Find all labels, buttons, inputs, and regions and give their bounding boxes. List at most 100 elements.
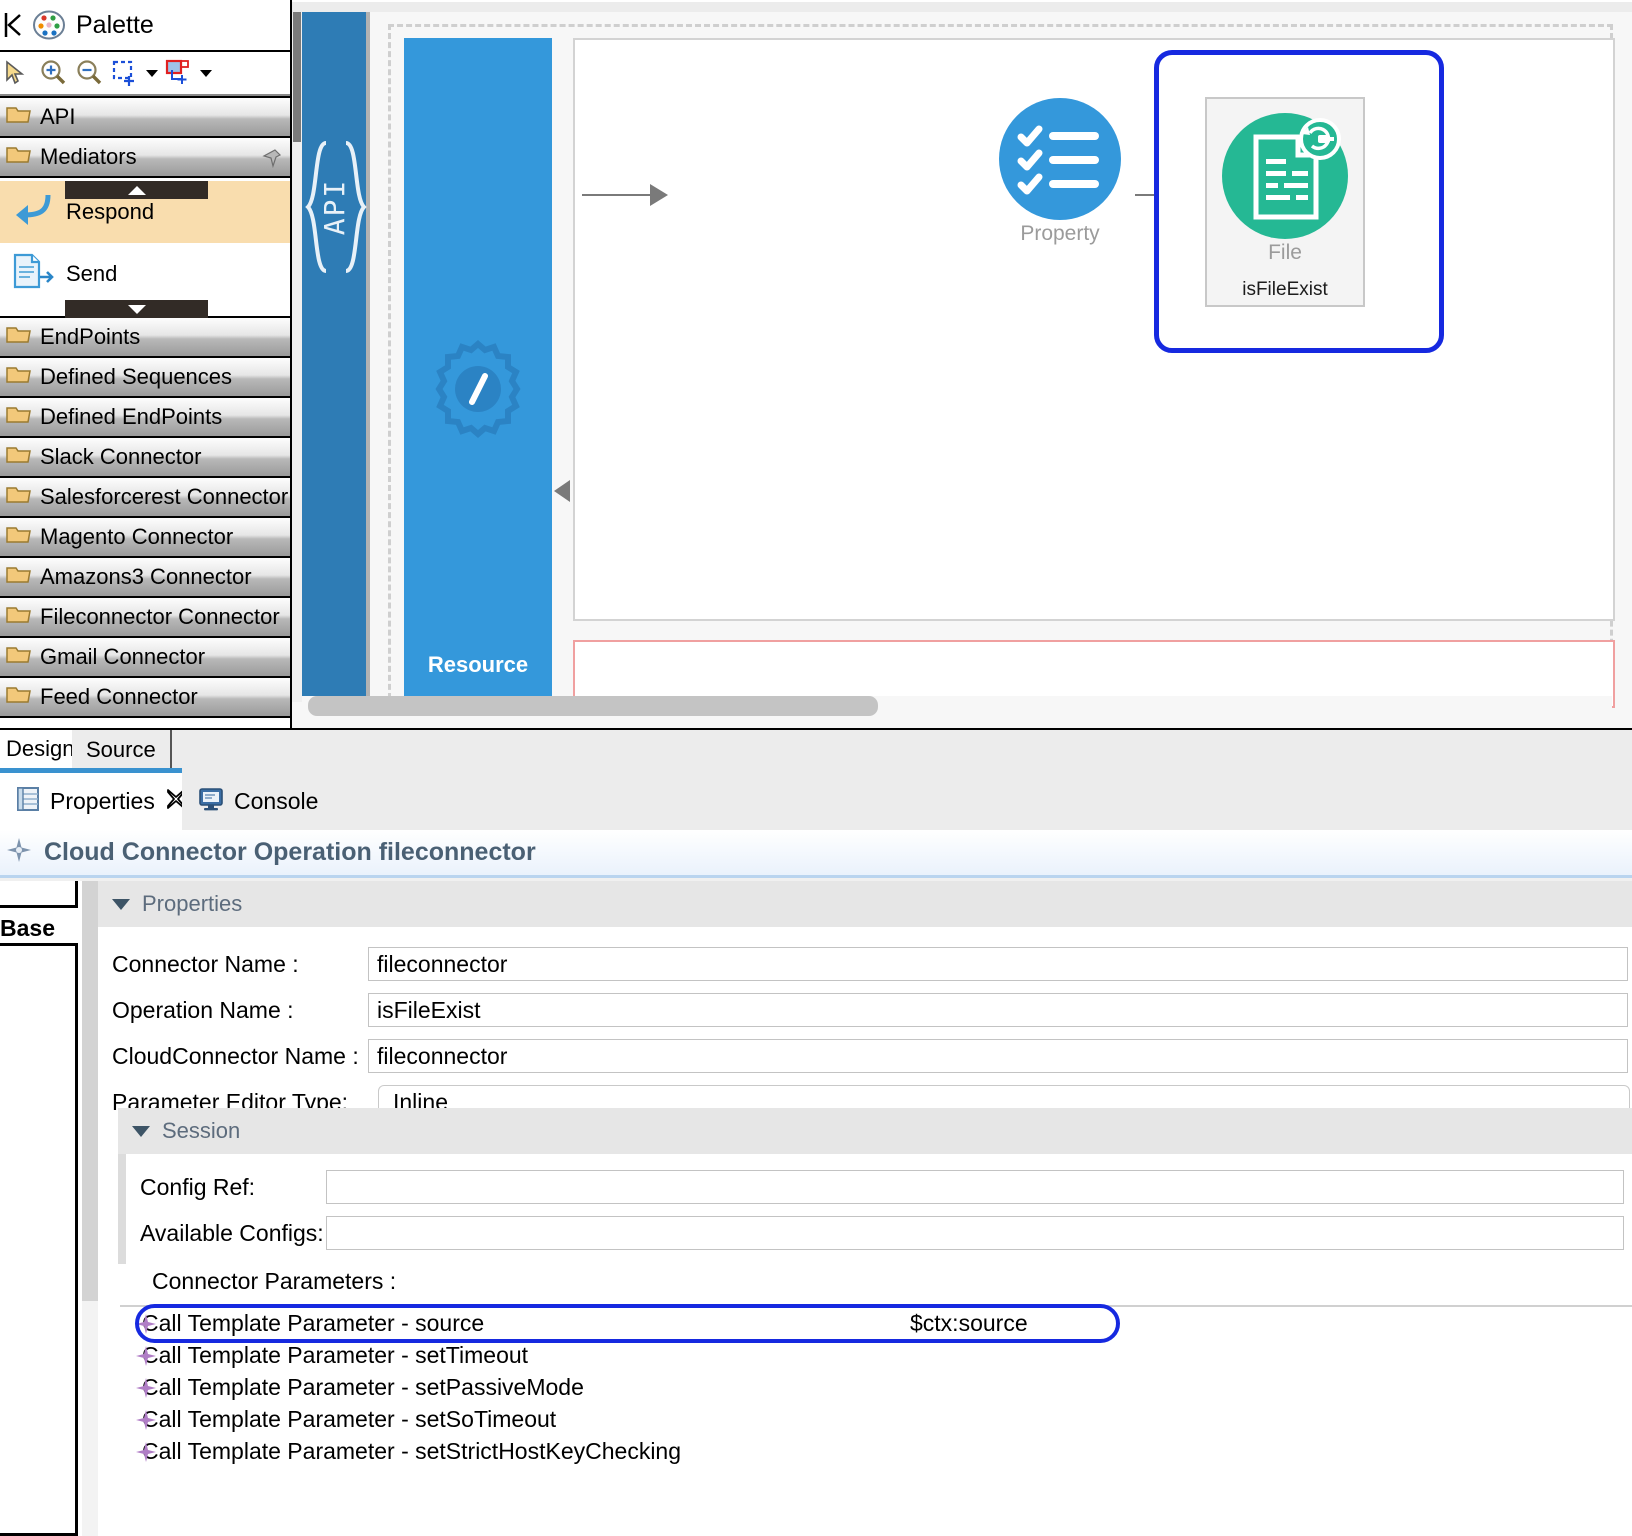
palette-drawer-feed-connector[interactable]: Feed Connector: [0, 676, 290, 718]
folder-icon: [6, 643, 32, 671]
palette-drawer-defined-endpoints[interactable]: Defined EndPoints: [0, 396, 290, 438]
tree-top-cell[interactable]: [0, 881, 78, 908]
api-band[interactable]: API: [302, 12, 370, 702]
palette-drawer-fileconnector-connector[interactable]: Fileconnector Connector: [0, 596, 290, 638]
connector-node-file[interactable]: File isFileExist: [1205, 97, 1365, 307]
mediator-node-property[interactable]: Property: [972, 98, 1148, 246]
tab-source-label: Source: [86, 737, 156, 762]
palette-scroll-down-button[interactable]: [65, 300, 208, 318]
tab-console-label: Console: [234, 788, 319, 814]
folder-icon: [6, 683, 32, 711]
folder-icon: [6, 363, 32, 391]
session-section: Session Config Ref: Available Configs:: [118, 1108, 1632, 1264]
canvas-vertical-scroll-thumb[interactable]: [293, 12, 301, 142]
folder-icon: [6, 443, 32, 471]
field-row-available-configs: Available Configs:: [126, 1210, 1632, 1256]
note-dropdown-caret[interactable]: [198, 56, 214, 90]
palette-drawer-label: Magento Connector: [40, 524, 234, 549]
canvas-vertical-scrollbar[interactable]: [292, 12, 302, 702]
palette-item-label: Send: [66, 261, 118, 286]
section-properties-label: Properties: [142, 891, 243, 916]
properties-title-bar: Cloud Connector Operation fileconnector: [0, 830, 1632, 878]
node-caption-file: File: [1268, 241, 1302, 264]
canvas-horizontal-scroll-thumb[interactable]: [308, 696, 878, 716]
parameter-diamond-icon: [136, 1441, 156, 1462]
tree-body[interactable]: [0, 943, 78, 1536]
field-row-operation-name: Operation Name : isFileExist: [98, 987, 1632, 1033]
palette-drawer-slack-connector[interactable]: Slack Connector: [0, 436, 290, 478]
editor-top-region: Palette API Mediators Respond Send EndPo…: [0, 0, 1632, 728]
palette-mediators-body: Respond Send: [0, 181, 290, 318]
tab-source[interactable]: Source: [72, 730, 172, 770]
chevron-down-icon[interactable]: [112, 898, 130, 910]
parameter-list[interactable]: Call Template Parameter - source $ctx:so…: [120, 1304, 1632, 1467]
editor-tabbar: Design Source: [0, 728, 1632, 770]
input-available-configs[interactable]: [326, 1216, 1624, 1250]
input-cloudconnector-name[interactable]: fileconnector: [368, 1039, 1628, 1073]
svg-text:API: API: [318, 179, 351, 236]
zoom-in-icon[interactable]: [36, 56, 70, 90]
selected-node-highlight[interactable]: File isFileExist: [1154, 50, 1444, 353]
properties-scroll-thumb[interactable]: [82, 881, 98, 1301]
folder-icon: [6, 483, 32, 511]
input-operation-name[interactable]: isFileExist: [368, 993, 1628, 1027]
parameter-row-source[interactable]: Call Template Parameter - source $ctx:so…: [120, 1304, 1632, 1343]
parameter-row-setsotimeout[interactable]: Call Template Parameter - setSoTimeout: [120, 1403, 1632, 1435]
section-session-label: Session: [162, 1118, 241, 1143]
tree-item-base[interactable]: Base: [0, 915, 55, 942]
field-row-cloudconnector-name: CloudConnector Name : fileconnector: [98, 1033, 1632, 1079]
select-tool-icon[interactable]: [0, 56, 34, 90]
parameter-row-setstricthostkeychecking[interactable]: Call Template Parameter - setStrictHostK…: [120, 1435, 1632, 1467]
section-header-session[interactable]: Session: [118, 1108, 1632, 1154]
folder-icon: [6, 403, 32, 431]
parameter-row-setpassivemode[interactable]: Call Template Parameter - setPassiveMode: [120, 1371, 1632, 1403]
palette-group-label: API: [40, 104, 76, 129]
parameter-diamond-icon: [136, 1377, 156, 1398]
palette-scroll-up-button[interactable]: [65, 181, 208, 199]
input-connector-name[interactable]: fileconnector: [368, 947, 1628, 981]
tab-properties[interactable]: Properties: [0, 773, 185, 830]
connector-parameters-label: Connector Parameters :: [152, 1268, 397, 1294]
palette-drawer-label: Feed Connector: [40, 684, 198, 709]
tab-console[interactable]: Console: [182, 773, 335, 830]
pin-icon[interactable]: [262, 148, 282, 169]
palette-logo-icon: [32, 8, 66, 42]
marquee-dropdown-caret[interactable]: [144, 56, 160, 90]
folder-icon: [6, 143, 32, 171]
in-sequence-box[interactable]: Property: [573, 38, 1615, 621]
zoom-out-icon[interactable]: [72, 56, 106, 90]
section-header-properties[interactable]: Properties: [98, 881, 1632, 927]
palette-item-send[interactable]: Send: [0, 243, 290, 305]
session-body: Config Ref: Available Configs:: [118, 1154, 1632, 1264]
resource-inflow-arrow: [554, 480, 570, 502]
console-icon: [198, 786, 224, 818]
canvas-horizontal-scrollbar[interactable]: [302, 696, 1612, 716]
palette-toolbar: [0, 52, 290, 96]
parameter-name: Call Template Parameter - setPassiveMode: [142, 1373, 584, 1400]
palette-drawer-magento-connector[interactable]: Magento Connector: [0, 516, 290, 558]
chevron-down-icon[interactable]: [132, 1125, 150, 1137]
parameter-diamond-icon: [136, 1345, 156, 1366]
palette-drawer-label: Salesforcerest Connector: [40, 484, 289, 509]
palette-group-mediators[interactable]: Mediators: [0, 136, 290, 178]
parameter-row-settimeout[interactable]: Call Template Parameter - setTimeout: [120, 1339, 1632, 1371]
tab-properties-label: Properties: [50, 788, 155, 814]
palette-drawer-amazons3-connector[interactable]: Amazons3 Connector: [0, 556, 290, 598]
diagram-canvas[interactable]: API Resource Property File isFileExist: [292, 0, 1632, 728]
properties-view-region: Properties Console Cloud Connector Opera…: [0, 768, 1632, 1536]
parameter-name: Call Template Parameter - setSoTimeout: [142, 1405, 557, 1432]
note-attachment-icon[interactable]: [162, 56, 196, 90]
checklist-icon: [999, 98, 1121, 220]
palette-drawer-endpoints[interactable]: EndPoints: [0, 316, 290, 358]
resource-band[interactable]: Resource: [404, 38, 552, 702]
palette-drawer-salesforcerest-connector[interactable]: Salesforcerest Connector: [0, 476, 290, 518]
collapse-left-icon[interactable]: [4, 12, 22, 38]
properties-tree-panel[interactable]: Base: [0, 881, 82, 1536]
palette-drawer-defined-sequences[interactable]: Defined Sequences: [0, 356, 290, 398]
palette-title: Palette: [76, 10, 154, 39]
palette-item-label: Respond: [66, 199, 155, 224]
marquee-select-icon[interactable]: [108, 56, 142, 90]
palette-drawer-gmail-connector[interactable]: Gmail Connector: [0, 636, 290, 678]
input-config-ref[interactable]: [326, 1170, 1624, 1204]
palette-group-api[interactable]: API: [0, 96, 290, 138]
